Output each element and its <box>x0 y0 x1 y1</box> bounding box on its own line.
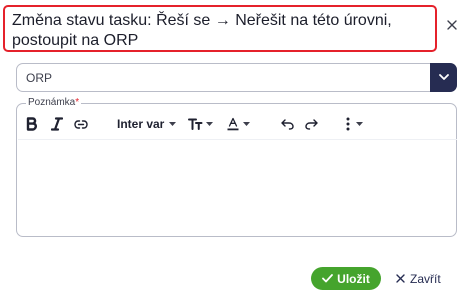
redo-button[interactable] <box>305 112 321 136</box>
text-size-icon <box>188 118 203 130</box>
toolbar-divider <box>18 139 457 140</box>
editor-toolbar: Inter var <box>17 112 456 136</box>
cancel-label: Zavřít <box>410 271 441 286</box>
bold-icon <box>26 117 37 131</box>
note-content-area[interactable] <box>27 144 447 230</box>
close-dialog-button[interactable]: Zavřít <box>396 267 452 290</box>
close-button[interactable] <box>443 16 461 34</box>
dialog-title-text: Změna stavu tasku: Řeší se → Neřešit na … <box>12 12 392 49</box>
bold-button[interactable] <box>26 112 40 136</box>
italic-icon <box>51 117 63 131</box>
chevron-down-icon <box>438 74 449 80</box>
font-size-dropdown[interactable] <box>188 112 214 136</box>
font-family-dropdown[interactable]: Inter var <box>117 112 179 136</box>
italic-button[interactable] <box>51 112 65 136</box>
caret-down-icon <box>206 122 213 126</box>
level-select[interactable]: ORP <box>16 63 457 92</box>
close-icon <box>447 20 457 30</box>
caret-down-icon <box>356 122 363 126</box>
save-button[interactable]: Uložit <box>311 267 381 290</box>
close-icon <box>396 274 405 283</box>
text-color-icon <box>227 117 239 131</box>
caret-down-icon <box>243 122 250 126</box>
dialog-title: Změna stavu tasku: Řeší se → Neřešit na … <box>3 5 437 52</box>
undo-button[interactable] <box>281 112 297 136</box>
caret-down-icon <box>169 122 177 126</box>
text-color-dropdown[interactable] <box>227 112 253 136</box>
more-vertical-icon <box>346 117 350 131</box>
more-options-dropdown[interactable] <box>346 112 370 136</box>
redo-icon <box>305 118 318 130</box>
required-mark: * <box>75 97 80 108</box>
note-label: Poznámka* <box>26 97 82 109</box>
save-label: Uložit <box>337 271 370 286</box>
note-editor: Poznámka* Inter var <box>16 97 457 237</box>
level-select-toggle[interactable] <box>430 63 457 92</box>
link-button[interactable] <box>74 112 90 136</box>
level-select-value: ORP <box>26 71 53 85</box>
check-icon <box>322 274 334 283</box>
undo-icon <box>281 118 294 130</box>
font-family-value: Inter var <box>117 117 165 131</box>
link-icon <box>74 119 88 129</box>
